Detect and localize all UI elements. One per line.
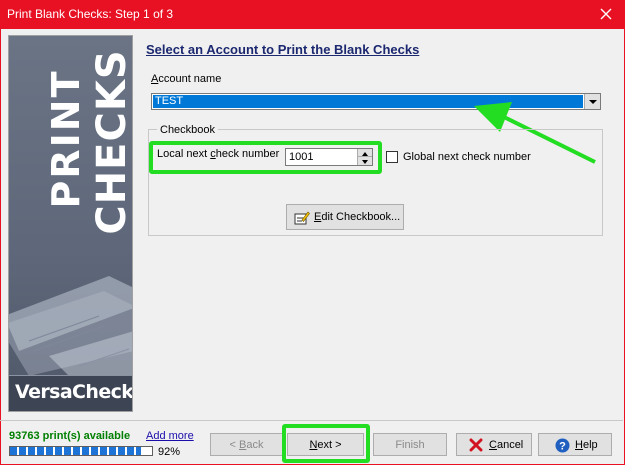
highlight-local-check bbox=[149, 141, 382, 174]
add-more-link[interactable]: Add more bbox=[146, 430, 194, 442]
cancel-button[interactable]: Cancel bbox=[456, 433, 532, 456]
prints-available-text: 93763 print(s) available bbox=[9, 430, 131, 442]
back-label: < Back bbox=[229, 438, 264, 451]
highlight-next bbox=[282, 424, 370, 463]
cancel-x-icon bbox=[469, 438, 483, 452]
brand-checks-text: CHECKS bbox=[89, 49, 133, 234]
title-bar: Print Blank Checks: Step 1 of 3 bbox=[0, 0, 625, 29]
finish-button[interactable]: Finish bbox=[373, 433, 447, 456]
checks-illustration bbox=[9, 276, 132, 376]
help-label: Help bbox=[575, 438, 598, 451]
close-icon[interactable] bbox=[595, 3, 617, 25]
window-title: Print Blank Checks: Step 1 of 3 bbox=[7, 7, 174, 21]
edit-checkbook-label: Edit Checkbook... bbox=[314, 211, 401, 223]
back-button[interactable]: < Back bbox=[210, 433, 283, 456]
svg-text:PRINT: PRINT bbox=[45, 70, 87, 209]
account-name-label: Account name bbox=[151, 73, 222, 85]
finish-label: Finish bbox=[395, 438, 425, 451]
edit-checkbook-icon bbox=[294, 211, 310, 225]
brand-print-text: PRINT bbox=[45, 70, 87, 209]
svg-text:?: ? bbox=[559, 441, 566, 453]
checkbook-group-label: Checkbook bbox=[157, 124, 219, 136]
divider bbox=[0, 420, 623, 421]
sidebar-banner: PRINT CHECKS VersaCheck bbox=[8, 35, 133, 412]
progress-percent: 92% bbox=[158, 446, 181, 458]
prints-progress-fill bbox=[10, 447, 141, 455]
versacheck-logo: VersaCheck bbox=[9, 375, 132, 411]
page-heading: Select an Account to Print the Blank Che… bbox=[146, 42, 420, 57]
global-next-check-label: Global next check number bbox=[403, 151, 531, 163]
global-next-check-checkbox[interactable] bbox=[386, 151, 398, 163]
svg-text:CHECKS: CHECKS bbox=[89, 49, 133, 234]
cancel-label: Cancel bbox=[489, 438, 524, 451]
edit-checkbook-button[interactable]: Edit Checkbook... bbox=[286, 204, 404, 230]
prints-progress-bar bbox=[9, 446, 153, 456]
help-button[interactable]: ? Help bbox=[538, 433, 612, 456]
help-icon: ? bbox=[555, 438, 570, 453]
